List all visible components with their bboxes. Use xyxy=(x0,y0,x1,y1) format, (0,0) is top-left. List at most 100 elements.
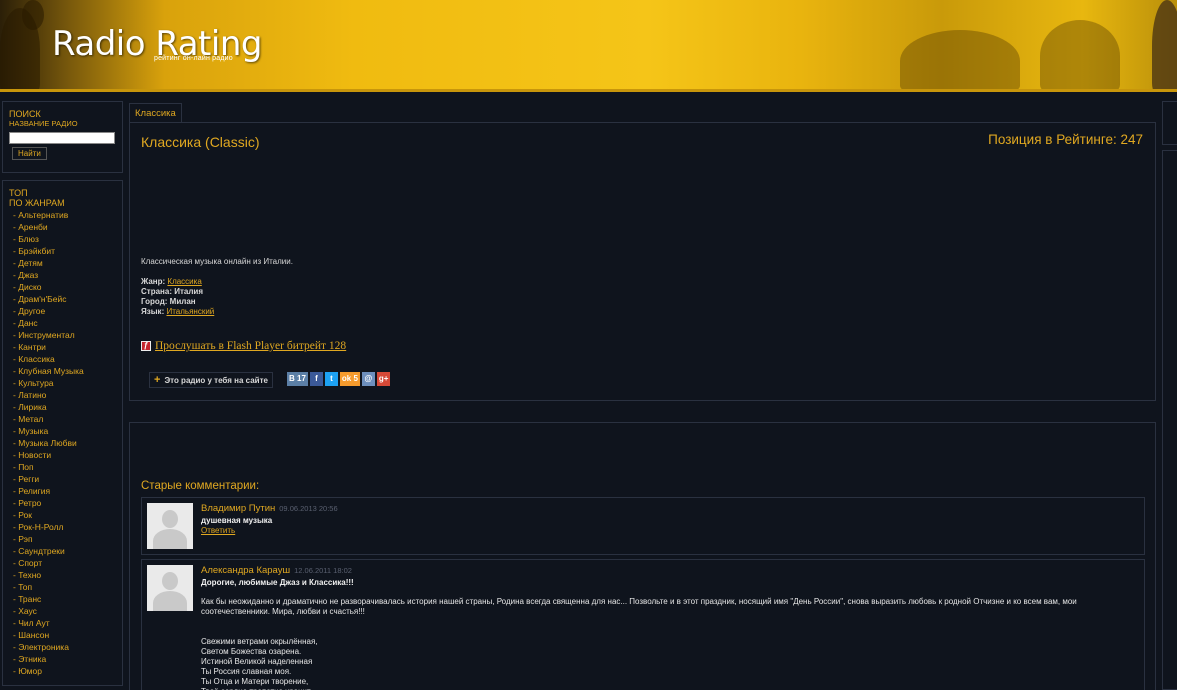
genre-item[interactable]: - Диско xyxy=(9,281,116,293)
genre-item[interactable]: - Спорт xyxy=(9,557,116,569)
genre-item[interactable]: - Лирика xyxy=(9,401,116,413)
genre-item[interactable]: - Музыка Любви xyxy=(9,437,116,449)
genre-item[interactable]: - Рэп xyxy=(9,533,116,545)
genre-item[interactable]: - Рок-Н-Ролл xyxy=(9,521,116,533)
search-input[interactable] xyxy=(9,132,115,144)
genre-subtitle: ПО ЖАНРАМ xyxy=(9,198,65,208)
genre-item[interactable]: - Блюз xyxy=(9,233,116,245)
station-panel: Классика (Classic) Позиция в Рейтинге: 2… xyxy=(129,122,1156,401)
genre-item[interactable]: - Рок xyxy=(9,509,116,521)
genre-item[interactable]: - Новости xyxy=(9,449,116,461)
genre-item[interactable]: - Данс xyxy=(9,317,116,329)
comment-author[interactable]: Александра Карауш 12.06.2011 18:02 xyxy=(201,565,352,576)
comment-author[interactable]: Владимир Путин 09.06.2013 20:56 xyxy=(201,503,338,514)
comment-text: душевная музыка xyxy=(201,516,273,525)
facebook-share-button[interactable]: f xyxy=(309,372,323,386)
genre-item[interactable]: - Инструментал xyxy=(9,329,116,341)
site-header: Radio Rating рейтинг он-лайн радио xyxy=(0,0,1177,92)
listen-flash-link[interactable]: Прослушать в Flash Player битрейт 128 xyxy=(155,340,346,352)
genre-list: - Альтернатив - Аренби - Блюз - Брэйкбит - Д… xyxy=(9,209,116,677)
search-button[interactable]: Найти xyxy=(12,147,47,160)
genre-item[interactable]: - Джаз xyxy=(9,269,116,281)
genre-item[interactable]: - Транс xyxy=(9,593,116,605)
right-panel xyxy=(1162,101,1177,145)
woman-portrait-graphic xyxy=(1152,0,1177,89)
station-info: Жанр: Классика Страна: Италия Город: Мил… xyxy=(141,277,214,317)
search-subtitle: НАЗВАНИЕ РАДИО xyxy=(9,119,78,128)
genre-item[interactable]: - Поп xyxy=(9,461,116,473)
genre-item[interactable]: - Клубная Музыка xyxy=(9,365,116,377)
genre-item[interactable]: - Брэйкбит xyxy=(9,245,116,257)
country-label: Страна: xyxy=(141,287,172,296)
silhouette-graphic xyxy=(22,0,44,30)
avatar xyxy=(147,565,193,611)
genre-item[interactable]: - Детям xyxy=(9,257,116,269)
genre-item[interactable]: - Музыка xyxy=(9,425,116,437)
genre-item[interactable]: - Хаус xyxy=(9,605,116,617)
city-value: Милан xyxy=(169,297,196,306)
poem-line: Свежими ветрами окрылённая, xyxy=(201,637,318,646)
comment-date: 12.06.2011 18:02 xyxy=(294,566,352,575)
genre-panel: ТОП ПО ЖАНРАМ - Альтернатив - Аренби - Блю… xyxy=(2,180,123,686)
old-comments-title: Старые комментарии: xyxy=(141,480,260,492)
genre-item[interactable]: - Этника xyxy=(9,653,116,665)
genre-item[interactable]: - Шансон xyxy=(9,629,116,641)
genre-item[interactable]: - Чил Аут xyxy=(9,617,116,629)
station-description: Классическая музыка онлайн из Италии. xyxy=(141,257,293,266)
city-label: Город: xyxy=(141,297,168,306)
genre-item[interactable]: - Альтернатив xyxy=(9,209,116,221)
poem-line: Ты Отца и Матери творение, xyxy=(201,677,309,686)
mailru-share-button[interactable]: @ xyxy=(361,372,375,386)
genre-item[interactable]: - Аренби xyxy=(9,221,116,233)
genre-item[interactable]: - Юмор xyxy=(9,665,116,677)
plus-icon: + xyxy=(154,374,161,386)
tab-classic[interactable]: Классика xyxy=(129,103,182,122)
reply-link[interactable]: Ответить xyxy=(201,526,235,535)
genre-item[interactable]: - Культура xyxy=(9,377,116,389)
comment-poem: Свежими ветрами окрылённая, Светом Божест… xyxy=(201,637,318,690)
genre-item[interactable]: - Электроника xyxy=(9,641,116,653)
avatar xyxy=(147,503,193,549)
flash-icon: ƒ xyxy=(141,341,151,351)
comment-text: Дорогие, любимые Джаз и Классика!!! xyxy=(201,578,354,587)
googleplus-share-button[interactable]: g+ xyxy=(376,372,391,386)
genre-item[interactable]: - Ретро xyxy=(9,497,116,509)
genre-item[interactable]: - Техно xyxy=(9,569,116,581)
country-value: Италия xyxy=(174,287,204,296)
genre-item[interactable]: - Кантри xyxy=(9,341,116,353)
poem-line: Светом Божества озарена. xyxy=(201,647,302,656)
right-panel xyxy=(1162,150,1177,690)
genre-item[interactable]: - Саундтреки xyxy=(9,545,116,557)
comments-panel: Старые комментарии: Владимир Путин 09.06.… xyxy=(129,422,1156,690)
dancers-graphic xyxy=(1040,20,1120,89)
comment-body: Как бы неожиданно и драматично не развор… xyxy=(201,597,1077,616)
twitter-share-button[interactable]: t xyxy=(324,372,338,386)
poem-line: Ты Россия славная моя. xyxy=(201,667,292,676)
language-label: Язык: xyxy=(141,307,165,316)
listen-row: ƒ Прослушать в Flash Player битрейт 128 xyxy=(141,340,346,352)
genre-item[interactable]: - Метал xyxy=(9,413,116,425)
site-slogan: рейтинг он-лайн радио xyxy=(154,55,233,62)
odnoklassniki-share-button[interactable]: ok 5 xyxy=(339,372,360,386)
genre-title: ТОП xyxy=(9,188,28,198)
genre-item[interactable]: - Латино xyxy=(9,389,116,401)
search-panel: ПОИСК НАЗВАНИЕ РАДИО Найти xyxy=(2,101,123,173)
genre-item[interactable]: - Классика xyxy=(9,353,116,365)
genre-item[interactable]: - Регги xyxy=(9,473,116,485)
genre-link[interactable]: Классика xyxy=(167,277,201,286)
rating-position: Позиция в Рейтинге: 247 xyxy=(988,132,1143,147)
poem-line: Истиной Великой наделенная xyxy=(201,657,313,666)
share-buttons: В 17 f t ok 5 @ g+ xyxy=(287,372,391,386)
language-link[interactable]: Итальянский xyxy=(166,307,214,316)
genre-item[interactable]: - Другое xyxy=(9,305,116,317)
embed-radio-button[interactable]: + Это радио у тебя на сайте xyxy=(149,372,273,388)
search-title: ПОИСК xyxy=(9,109,41,119)
embed-radio-label: Это радио у тебя на сайте xyxy=(164,375,268,385)
genre-item[interactable]: - Религия xyxy=(9,485,116,497)
genre-item[interactable]: - Драм'н'Бейс xyxy=(9,293,116,305)
genre-item[interactable]: - Топ xyxy=(9,581,116,593)
vk-share-button[interactable]: В 17 xyxy=(287,372,308,386)
comment-date: 09.06.2013 20:56 xyxy=(279,504,338,513)
dancers-graphic xyxy=(900,30,1020,89)
station-title: Классика (Classic) xyxy=(141,134,260,150)
